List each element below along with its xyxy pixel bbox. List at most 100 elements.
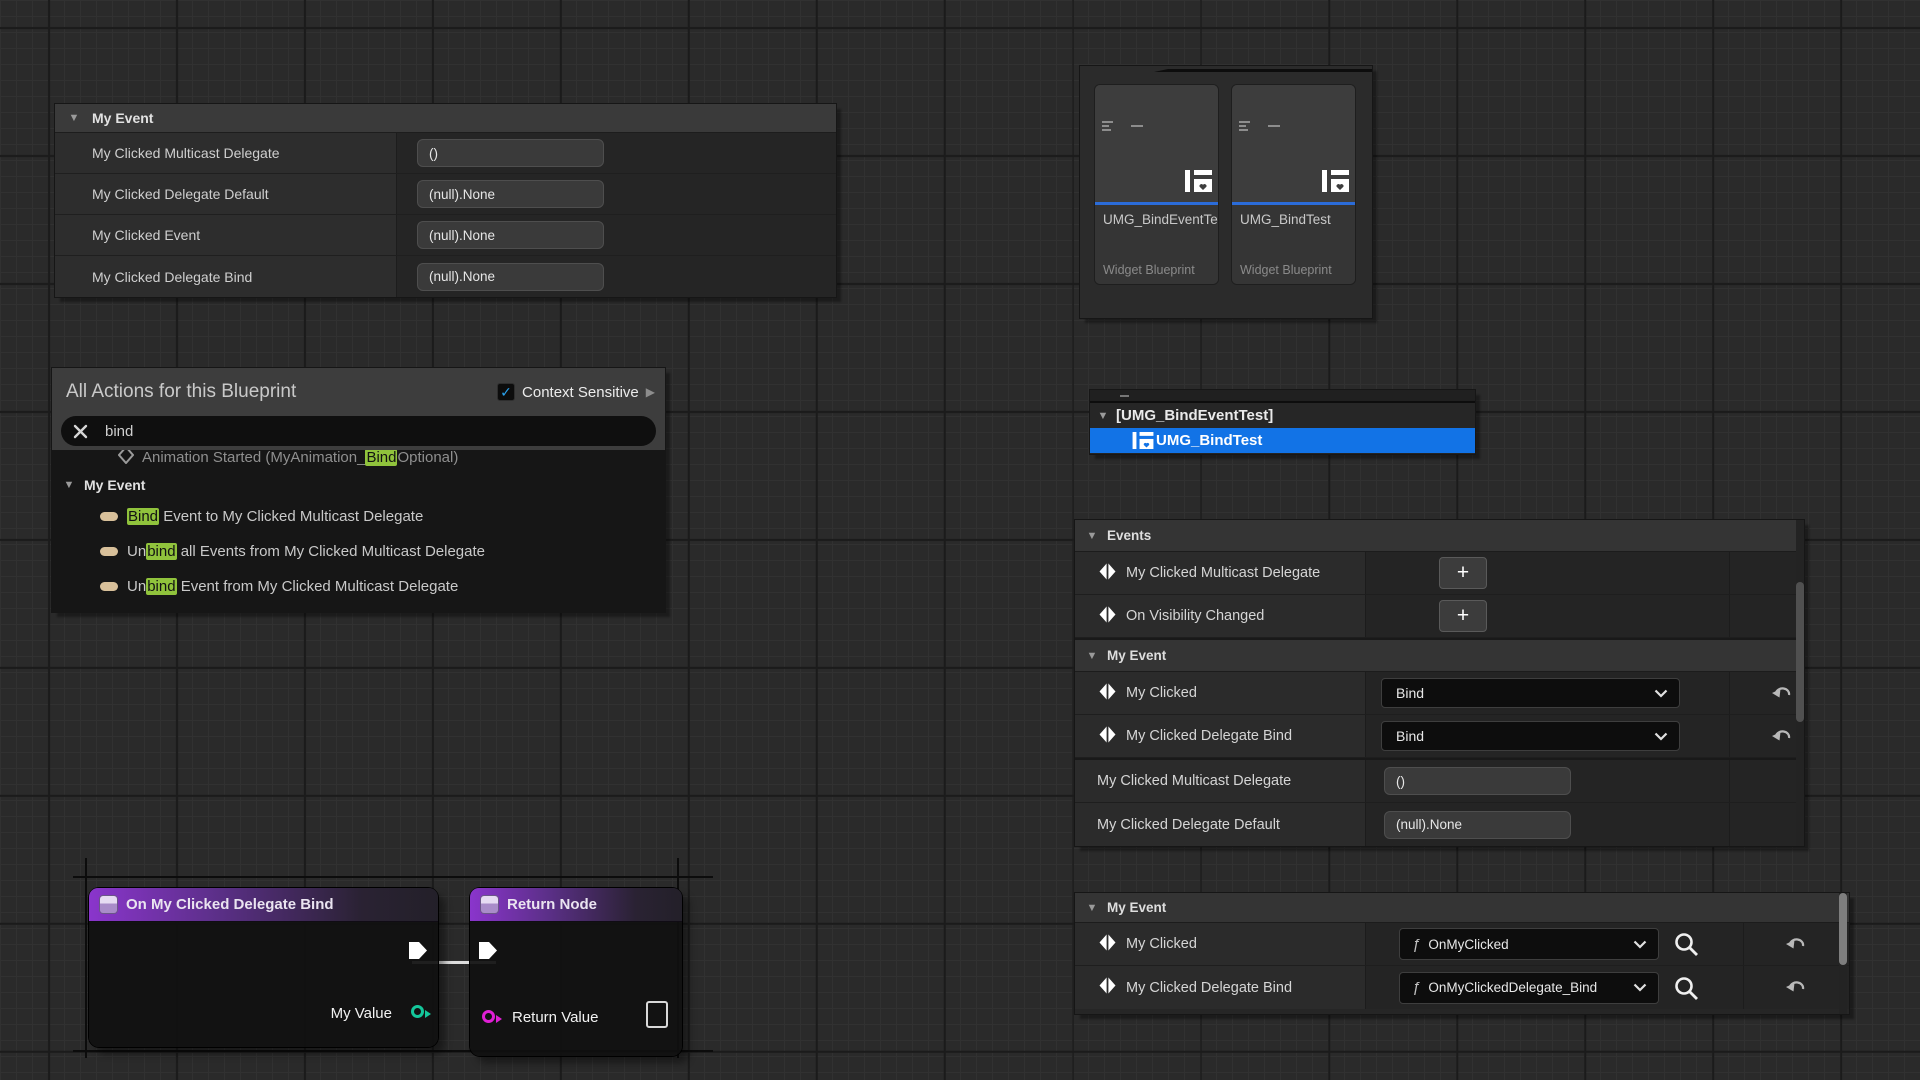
- node-title: On My Clicked Delegate Bind: [126, 896, 334, 913]
- asset-type: Widget Blueprint: [1240, 263, 1347, 277]
- function-icon: ƒ: [1412, 936, 1420, 953]
- property-value-field[interactable]: (null).None: [1384, 811, 1571, 839]
- hierarchy-clipped-row: [1090, 390, 1475, 403]
- property-value-field[interactable]: (null).None: [417, 263, 604, 291]
- property-row: My Clicked Delegate Default (null).None: [1075, 803, 1804, 846]
- asset-type: Widget Blueprint: [1103, 263, 1210, 277]
- return-value-checkbox[interactable]: [646, 1001, 668, 1028]
- browse-function-search-icon[interactable]: [1673, 975, 1699, 1001]
- property-label: My Clicked: [1126, 936, 1197, 952]
- delegate-diamond-icon: [1099, 933, 1116, 956]
- reset-to-default-icon[interactable]: [1772, 686, 1792, 701]
- details-panel-bottom-right: ▼ My Event My Clicked ƒ OnMyClicked: [1075, 893, 1849, 1014]
- details-scrollbar[interactable]: [1796, 520, 1804, 846]
- blueprint-actions-menu: All Actions for this Blueprint ✓ Context…: [52, 368, 665, 612]
- asset-name: UMG_BindEventTest: [1103, 210, 1210, 230]
- graph-major-line-horizontal: [73, 876, 713, 878]
- node-on-my-clicked-delegate-bind[interactable]: On My Clicked Delegate Bind My Value: [89, 888, 438, 1047]
- reset-to-default-icon[interactable]: [1786, 937, 1806, 952]
- property-label: My Clicked Delegate Bind: [1126, 728, 1292, 744]
- collapse-arrow-icon: ▼: [67, 112, 81, 124]
- section-header-my-event[interactable]: ▼ My Event: [1075, 893, 1849, 923]
- add-event-button[interactable]: +: [1439, 557, 1487, 589]
- hierarchy-root-label: [UMG_BindEventTest]: [1116, 407, 1273, 424]
- asset-tile-umg-bindeventtest[interactable]: UMG_BindEventTest Widget Blueprint: [1095, 85, 1218, 284]
- event-node-icon: [100, 896, 117, 913]
- asset-thumbnail: [1232, 85, 1355, 202]
- add-event-button[interactable]: +: [1439, 600, 1487, 632]
- exec-output-pin[interactable]: [408, 941, 428, 960]
- property-value-field[interactable]: (): [417, 139, 604, 167]
- check-icon: ✓: [500, 384, 512, 401]
- reset-to-default-icon[interactable]: [1772, 729, 1792, 744]
- event-row: On Visibility Changed +: [1075, 595, 1804, 638]
- section-header-my-event[interactable]: ▼ My Event: [55, 104, 836, 133]
- property-row: My Clicked Delegate Bind (null).None: [55, 256, 836, 297]
- property-value-field[interactable]: (null).None: [417, 180, 604, 208]
- action-item-unbind-event[interactable]: Unbind Event from My Clicked Multicast D…: [52, 570, 665, 603]
- widget-blueprint-icon: [1132, 432, 1154, 449]
- property-label: My Clicked Multicast Delegate: [1097, 773, 1291, 789]
- property-label: My Clicked Delegate Bind: [1126, 980, 1292, 996]
- property-row: My Clicked Multicast Delegate (): [1075, 760, 1804, 803]
- details-scrollbar[interactable]: [1839, 893, 1847, 1014]
- details-panel-my-event: ▼ My Event My Clicked Multicast Delegate…: [55, 104, 836, 297]
- delegate-bind-row: My Clicked Bind: [1075, 672, 1804, 715]
- section-header-events[interactable]: ▼ Events: [1075, 520, 1804, 552]
- action-item-clipped[interactable]: Animation Started (MyAnimation_BindOptio…: [118, 450, 665, 471]
- property-value-field[interactable]: (): [1384, 767, 1571, 795]
- event-row: My Clicked Multicast Delegate +: [1075, 552, 1804, 595]
- hierarchy-root-row[interactable]: ▼ [UMG_BindEventTest]: [1090, 403, 1475, 428]
- asset-thumbnail: [1095, 85, 1218, 202]
- bound-function-dropdown[interactable]: ƒ OnMyClicked: [1399, 928, 1659, 960]
- bound-function-dropdown[interactable]: ƒ OnMyClickedDelegate_Bind: [1399, 972, 1659, 1004]
- action-item-unbind-all[interactable]: Unbind all Events from My Clicked Multic…: [52, 535, 665, 568]
- asset-name: UMG_BindTest: [1240, 210, 1347, 230]
- function-pill-icon: [100, 547, 118, 556]
- event-label: On Visibility Changed: [1126, 608, 1264, 624]
- input-pin-label: Return Value: [512, 1009, 598, 1026]
- widget-blueprint-icon: [1185, 170, 1212, 197]
- section-header-my-event[interactable]: ▼ My Event: [1075, 640, 1804, 672]
- context-sensitive-checkbox[interactable]: ✓: [497, 383, 515, 401]
- widget-blueprint-icon: [1322, 170, 1349, 197]
- return-node-icon: [481, 896, 498, 913]
- property-label: My Clicked Delegate Default: [1097, 817, 1280, 833]
- event-diamond-icon: [118, 450, 134, 468]
- my-value-pin[interactable]: [411, 1005, 424, 1018]
- browse-function-search-icon[interactable]: [1673, 931, 1699, 957]
- expand-right-icon[interactable]: ▶: [646, 385, 655, 399]
- exec-input-pin[interactable]: [478, 941, 498, 960]
- multicast-delegate-diamond-icon: [1099, 562, 1116, 585]
- hierarchy-selected-row[interactable]: UMG_BindTest: [1090, 428, 1475, 453]
- collapse-arrow-icon: ▼: [1085, 902, 1099, 914]
- reset-to-default-icon[interactable]: [1786, 980, 1806, 995]
- section-title: Events: [1107, 528, 1151, 543]
- hierarchy-selected-label: UMG_BindTest: [1156, 432, 1262, 449]
- function-pill-icon: [100, 582, 118, 591]
- action-item-bind-event[interactable]: Bind Event to My Clicked Multicast Deleg…: [52, 500, 665, 533]
- clear-search-icon[interactable]: [73, 424, 88, 439]
- action-category-my-event[interactable]: ▼ My Event: [52, 472, 145, 498]
- property-value-field[interactable]: (null).None: [417, 221, 604, 249]
- bound-function-row: My Clicked ƒ OnMyClicked: [1075, 923, 1849, 966]
- collapse-arrow-icon: ▼: [1085, 530, 1099, 542]
- property-label: My Clicked Event: [55, 215, 397, 255]
- bind-dropdown[interactable]: Bind: [1381, 678, 1680, 708]
- collapse-arrow-icon: ▼: [1096, 410, 1110, 422]
- delegate-bind-row: My Clicked Delegate Bind Bind: [1075, 715, 1804, 758]
- panel-edge-line: [1168, 69, 1372, 72]
- bind-dropdown[interactable]: Bind: [1381, 721, 1680, 751]
- content-browser: UMG_BindEventTest Widget Blueprint UMG_B…: [1080, 66, 1372, 318]
- node-return-node[interactable]: Return Node Return Value: [470, 888, 682, 1056]
- return-value-pin[interactable]: [482, 1010, 495, 1023]
- event-label: My Clicked Multicast Delegate: [1126, 565, 1320, 581]
- delegate-diamond-icon: [1099, 725, 1116, 748]
- actions-search-input[interactable]: bind: [61, 416, 656, 446]
- section-title: My Event: [1107, 900, 1166, 915]
- collapse-arrow-icon: ▼: [1085, 650, 1099, 662]
- actions-menu-title: All Actions for this Blueprint: [66, 381, 296, 403]
- property-row: My Clicked Multicast Delegate (): [55, 133, 836, 174]
- node-title: Return Node: [507, 896, 597, 913]
- asset-tile-umg-bindtest[interactable]: UMG_BindTest Widget Blueprint: [1232, 85, 1355, 284]
